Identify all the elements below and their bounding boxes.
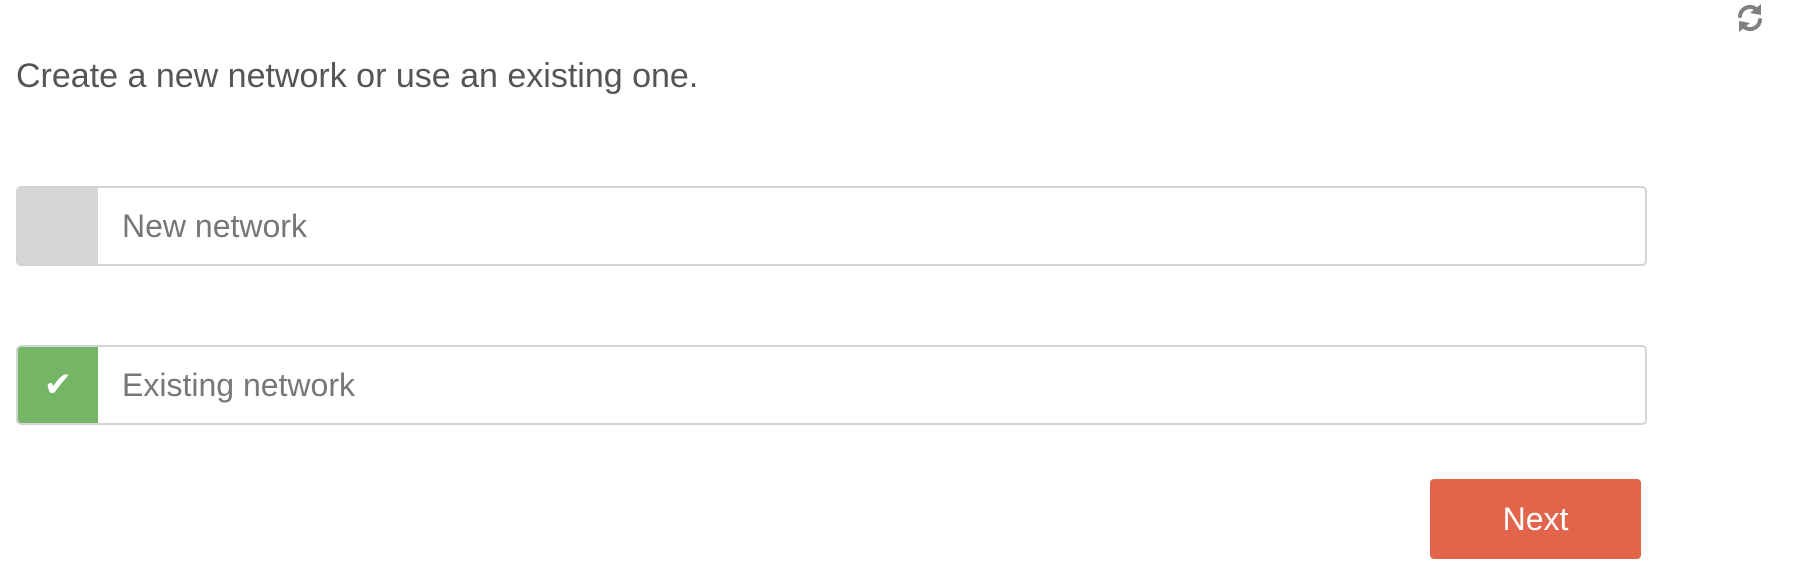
next-button[interactable]: Next bbox=[1430, 479, 1641, 559]
refresh-icon[interactable] bbox=[1732, 0, 1768, 36]
page-prompt: Create a new network or use an existing … bbox=[16, 57, 699, 95]
new-network-label: New network bbox=[122, 207, 307, 244]
network-setup-page: Create a new network or use an existing … bbox=[0, 0, 1820, 584]
existing-network-label: Existing network bbox=[122, 366, 355, 403]
new-network-checkbox[interactable] bbox=[18, 188, 98, 264]
new-network-option[interactable]: New network bbox=[16, 186, 1647, 266]
refresh-icon-graphic bbox=[1738, 4, 1762, 32]
existing-network-option[interactable]: ✔ Existing network bbox=[16, 345, 1647, 425]
existing-network-checkbox[interactable]: ✔ bbox=[18, 347, 98, 423]
checkmark-icon: ✔ bbox=[43, 365, 73, 405]
